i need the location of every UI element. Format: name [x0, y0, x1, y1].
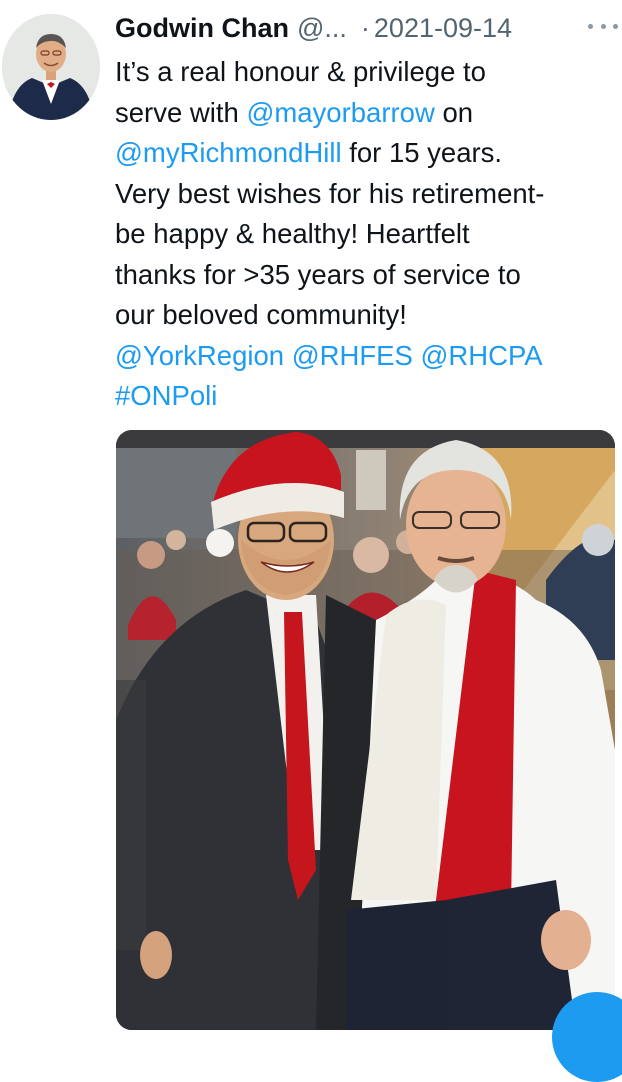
mention-link[interactable]: @myRichmondHill [115, 137, 342, 168]
tweet-text-line: @myRichmondHill for 15 years. [115, 133, 620, 174]
tweet-photo[interactable] [116, 430, 615, 1030]
tweet-text-line: It’s a real honour & privilege to [115, 52, 620, 93]
tweet-text-line: serve with @mayorbarrow on [115, 93, 620, 134]
tweet-text-line: @YorkRegion @RHFES @RHCPA [115, 336, 620, 377]
tweet-text-line: #ONPoli [115, 376, 620, 417]
author-name[interactable]: Godwin Chan [115, 13, 289, 44]
tweet-header: Godwin Chan @... · 2021-09-14 [115, 10, 616, 46]
tweet-text-segment: for 15 years. [341, 137, 503, 168]
tweet-text-segment: be happy & healthy! Heartfelt [115, 218, 470, 249]
tweet-text-line: our beloved community! [115, 295, 620, 336]
mention-link[interactable]: @RHCPA [421, 340, 543, 371]
tweet-text-segment: thanks for >35 years of service to [115, 258, 521, 290]
tweet-text-line: thanks for >35 years of service to [115, 255, 620, 296]
tweet-text-segment: serve with [115, 96, 247, 128]
author-avatar[interactable] [2, 14, 100, 120]
tweet-text-line: Very best wishes for his retirement- [115, 174, 620, 215]
mention-link[interactable]: @mayorbarrow [246, 97, 434, 128]
tweet-text-segment [284, 340, 292, 371]
tweet-text-line: be happy & healthy! Heartfelt [115, 214, 620, 255]
tweet-text: It’s a real honour & privilege to serve w… [115, 52, 620, 417]
header-separator: · [360, 12, 370, 43]
mention-link[interactable]: @RHFES [292, 340, 413, 371]
tweet-text-segment: on [434, 96, 474, 128]
author-handle[interactable]: @... [297, 13, 347, 44]
mention-link[interactable]: @YorkRegion [115, 340, 284, 371]
tweet-text-segment: It’s a real honour & privilege to [115, 56, 486, 87]
more-dots-icon[interactable] [588, 20, 618, 32]
tweet-text-segment: Very best wishes for his retirement- [115, 177, 545, 209]
hashtag-link[interactable]: #ONPoli [115, 380, 217, 411]
tweet-date[interactable]: 2021-09-14 [374, 13, 512, 44]
tweet-text-segment [413, 340, 421, 371]
tweet-text-segment: our beloved community! [115, 299, 407, 330]
